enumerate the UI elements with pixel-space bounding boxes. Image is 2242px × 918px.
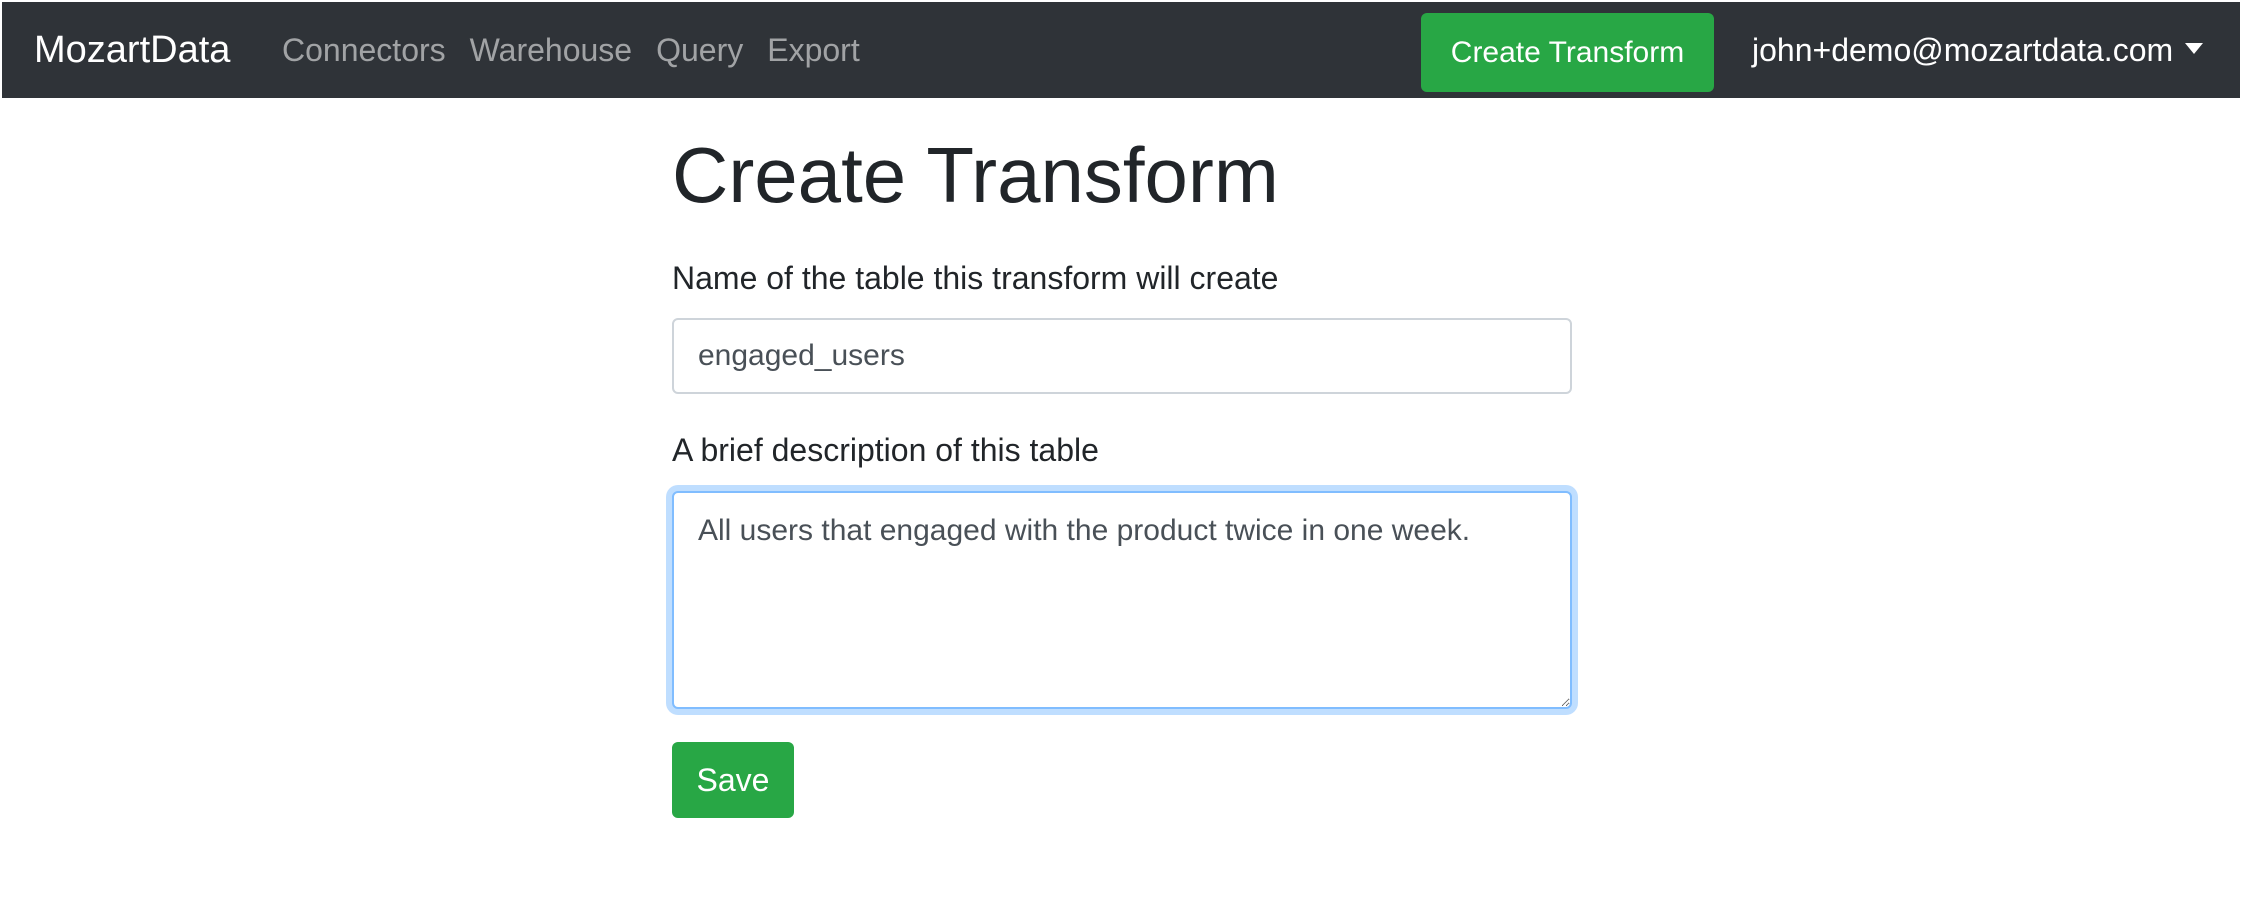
- nav-link-connectors[interactable]: Connectors: [282, 32, 446, 69]
- top-navbar: MozartData Connectors Warehouse Query Ex…: [2, 2, 2240, 98]
- table-name-label: Name of the table this transform will cr…: [672, 260, 1279, 296]
- nav-links: Connectors Warehouse Query Export: [282, 2, 860, 98]
- nav-link-warehouse[interactable]: Warehouse: [470, 32, 632, 69]
- user-menu-dropdown[interactable]: john+demo@mozartdata.com: [1752, 2, 2204, 98]
- nav-link-query[interactable]: Query: [656, 32, 743, 69]
- page-title: Create Transform: [672, 131, 1279, 219]
- chevron-down-icon: [2185, 42, 2204, 54]
- table-name-input[interactable]: [672, 318, 1572, 394]
- user-email: john+demo@mozartdata.com: [1752, 31, 2174, 68]
- create-transform-nav-button[interactable]: Create Transform: [1421, 13, 1714, 92]
- description-label: A brief description of this table: [672, 432, 1099, 468]
- description-textarea[interactable]: All users that engaged with the product …: [672, 491, 1572, 709]
- save-button[interactable]: Save: [672, 742, 794, 818]
- nav-link-export[interactable]: Export: [767, 32, 859, 69]
- brand-logo[interactable]: MozartData: [34, 2, 230, 98]
